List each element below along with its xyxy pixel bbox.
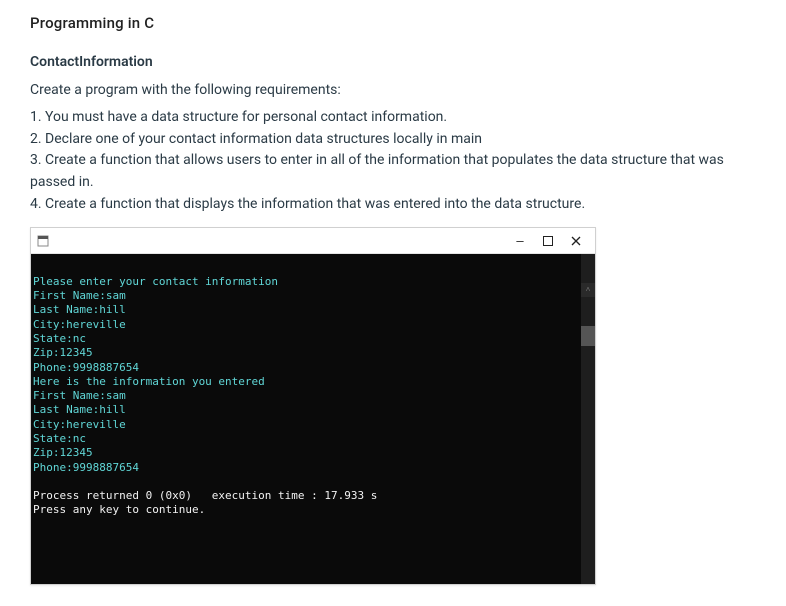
- maximize-icon: [543, 236, 553, 246]
- terminal-line: Zip:12345: [33, 446, 93, 459]
- terminal-line: First Name:sam: [33, 289, 126, 302]
- terminal-line: Please enter your contact information: [33, 275, 278, 288]
- vertical-scrollbar[interactable]: ˄: [581, 254, 595, 584]
- terminal-line: City:hereville: [33, 418, 126, 431]
- requirement-item: 1. You must have a data structure for pe…: [30, 107, 756, 129]
- requirements-list: 1. You must have a data structure for pe…: [30, 107, 756, 215]
- terminal-line: Last Name:hill: [33, 403, 126, 416]
- terminal-line: Last Name:hill: [33, 303, 126, 316]
- minimize-button[interactable]: –: [513, 234, 527, 248]
- terminal-line: State:nc: [33, 332, 86, 345]
- terminal-line: Here is the information you entered: [33, 375, 265, 388]
- window-titlebar: –: [31, 228, 595, 254]
- requirement-item: 3. Create a function that allows users t…: [30, 150, 756, 193]
- terminal-line: Phone:9998887654: [33, 361, 139, 374]
- page-title: Programming in C: [30, 14, 756, 32]
- terminal-line: Phone:9998887654: [33, 461, 139, 474]
- terminal-line: City:hereville: [33, 318, 126, 331]
- terminal-line: Process returned 0 (0x0) execution time …: [33, 489, 377, 502]
- terminal-output: Please enter your contact information Fi…: [31, 254, 595, 584]
- intro-text: Create a program with the following requ…: [30, 80, 756, 101]
- requirement-item: 2. Declare one of your contact informati…: [30, 129, 756, 151]
- terminal-line: State:nc: [33, 432, 86, 445]
- terminal-line: Zip:12345: [33, 346, 93, 359]
- terminal-line: Press any key to continue.: [33, 503, 205, 516]
- scroll-thumb[interactable]: [581, 326, 595, 346]
- close-button[interactable]: [569, 234, 583, 248]
- window-app-icon: [37, 235, 49, 247]
- console-window: – Please enter your contact information …: [30, 227, 596, 585]
- terminal-line: First Name:sam: [33, 389, 126, 402]
- scroll-up-arrow[interactable]: ˄: [581, 283, 595, 297]
- requirement-item: 4. Create a function that displays the i…: [30, 194, 756, 216]
- maximize-button[interactable]: [541, 234, 555, 248]
- assignment-subtitle: ContactInformation: [30, 54, 756, 70]
- close-icon: [571, 236, 581, 246]
